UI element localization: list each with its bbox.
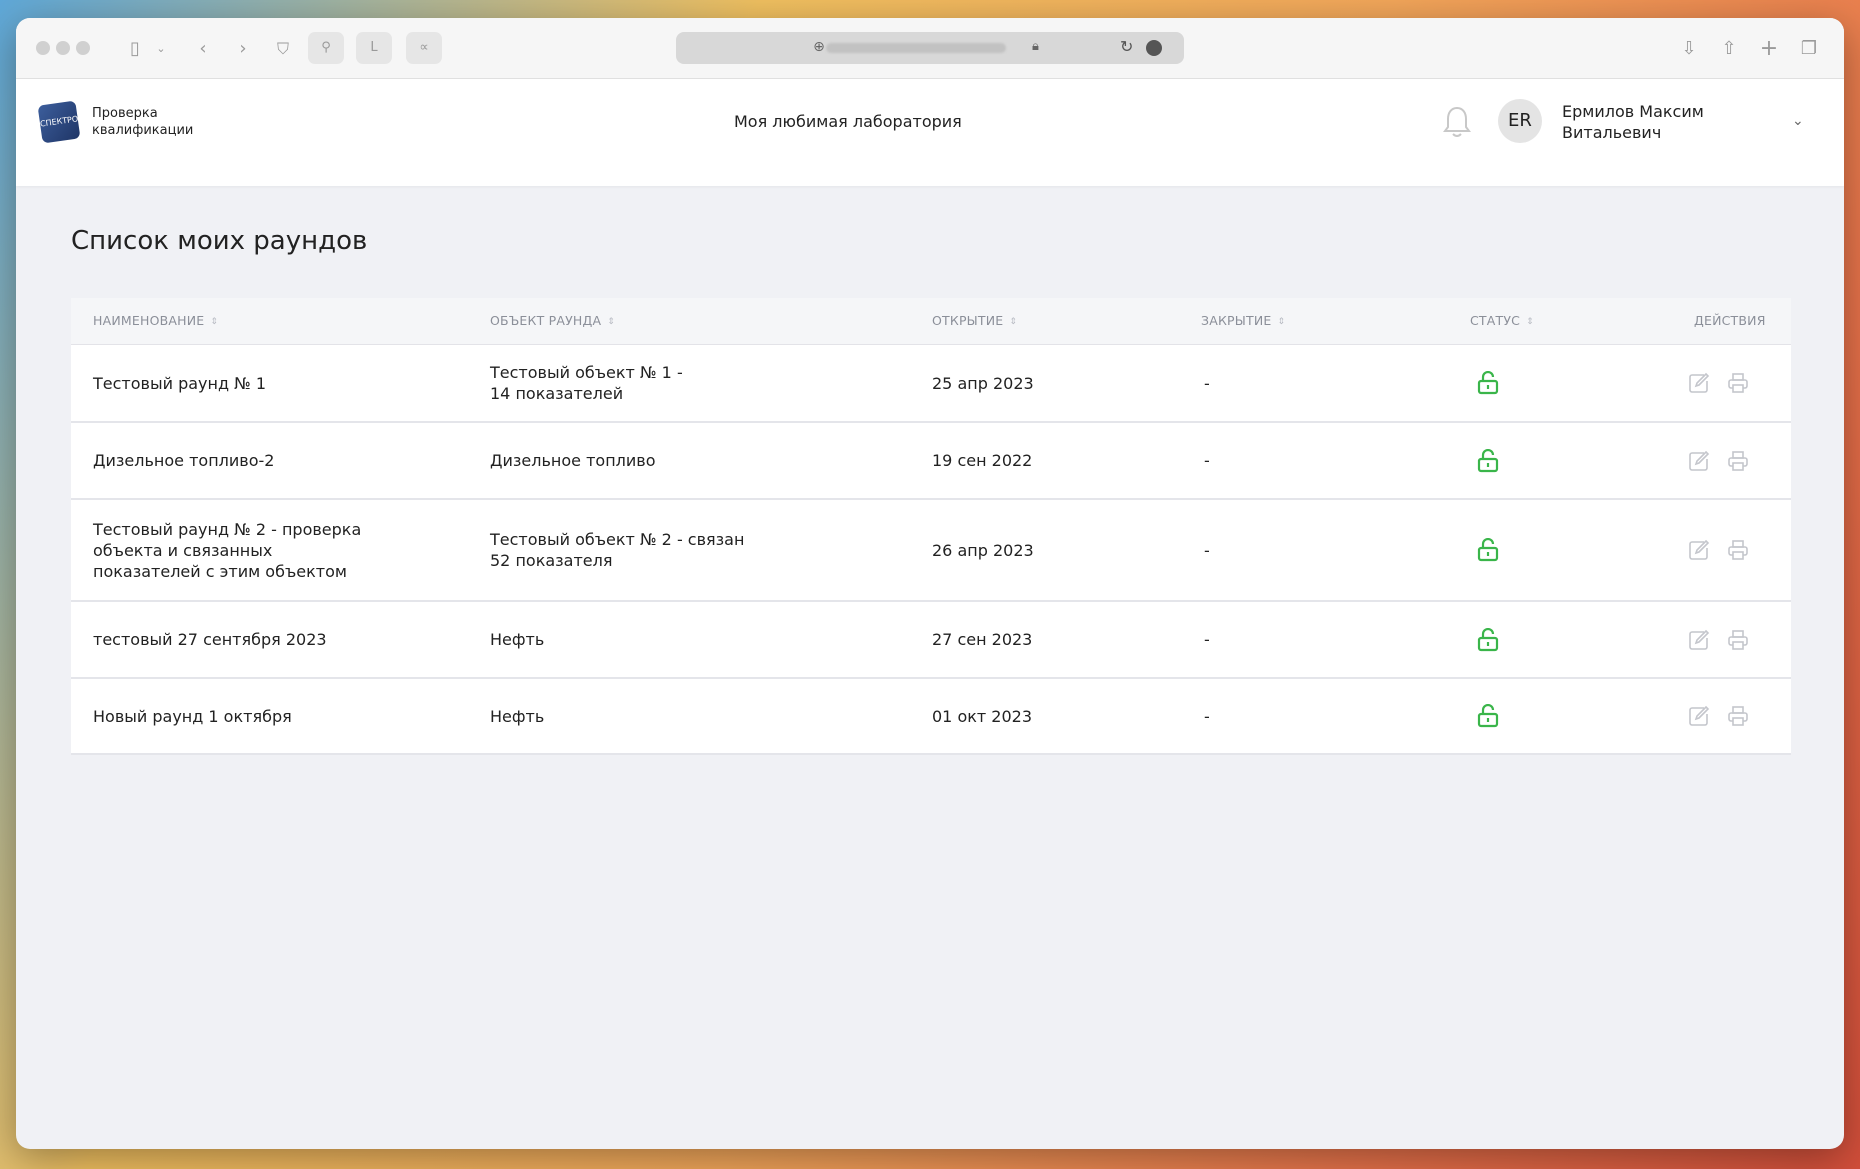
cell-opening: 25 апр 2023: [932, 374, 1034, 393]
cell-object: Нефть: [490, 707, 545, 726]
edit-icon[interactable]: [1688, 450, 1710, 472]
address-bar[interactable]: ⊕ 🔒︎ ↻: [676, 32, 1184, 64]
rounds-table: НАИМЕНОВАНИЕ ⇕ ОБЪЕКТ РАУНДА ⇕ ОТКРЫТИЕ ⇕ З…: [71, 298, 1791, 755]
back-icon[interactable]: ‹: [190, 36, 216, 62]
chevron-down-icon[interactable]: ⌄: [148, 36, 174, 62]
table-header: НАИМЕНОВАНИЕ ⇕ ОБЪЕКТ РАУНДА ⇕ ОТКРЫТИЕ ⇕ З…: [71, 298, 1791, 345]
cell-closing: -: [1204, 374, 1210, 393]
cell-name: тестовый 27 сентября 2023: [93, 630, 327, 649]
page-title: Список моих раундов: [71, 226, 368, 256]
table-row[interactable]: тестовый 27 сентября 2023 Нефть 27 сен 202…: [71, 602, 1791, 679]
unlocked-status-icon: [1477, 449, 1499, 473]
edit-icon[interactable]: [1688, 372, 1710, 394]
notification-bell-icon[interactable]: [1442, 105, 1472, 139]
header-actions: ДЕЙСТВИЯ: [1694, 313, 1766, 328]
shield-icon[interactable]: ⛉: [270, 36, 296, 62]
edit-icon[interactable]: [1688, 705, 1710, 727]
sort-icon: ⇕: [210, 317, 219, 327]
avatar[interactable]: ER: [1498, 99, 1542, 143]
header-status-label: СТАТУС: [1470, 313, 1521, 328]
browser-window: ▯ ⌄ ‹ › ⛉ ⚲ L ∝ ⊕ 🔒︎ ↻ ⇩ ⇧ + ❐ СПЕКТРО П…: [16, 18, 1844, 1149]
unlocked-status-icon: [1477, 538, 1499, 562]
zoom-window-button[interactable]: [76, 41, 90, 55]
lock-icon: 🔒︎: [1032, 39, 1039, 54]
sort-icon: ⇕: [1526, 317, 1534, 327]
user-menu-chevron-icon[interactable]: ⌄: [1792, 113, 1804, 129]
print-icon[interactable]: [1727, 705, 1749, 727]
unlocked-status-icon: [1477, 628, 1499, 652]
cell-opening: 27 сен 2023: [932, 630, 1033, 649]
lab-name: Моя любимая лаборатория: [734, 112, 962, 131]
table-row[interactable]: Новый раунд 1 октября Нефть 01 окт 2023 -: [71, 679, 1791, 755]
forward-icon[interactable]: ›: [230, 36, 256, 62]
share-icon[interactable]: ⇧: [1716, 36, 1742, 62]
download-icon[interactable]: ⇩: [1676, 36, 1702, 62]
app-logo[interactable]: СПЕКТРО: [37, 100, 81, 144]
header-name[interactable]: НАИМЕНОВАНИЕ ⇕: [93, 313, 218, 328]
user-name[interactable]: Ермилов Максим Витальевич: [1562, 101, 1742, 143]
table-body: Тестовый раунд № 1 Тестовый объект № 1 - …: [71, 345, 1791, 755]
cell-closing: -: [1204, 451, 1210, 470]
extension-icon[interactable]: ⚲: [308, 32, 344, 64]
edit-icon[interactable]: [1688, 629, 1710, 651]
cell-object: Тестовый объект № 1 - 14 показателей: [490, 363, 683, 403]
sort-icon: ⇕: [607, 317, 615, 327]
cell-object: Тестовый объект № 2 - связан 52 показате…: [490, 530, 745, 570]
cell-name: Тестовый раунд № 2 - проверка объекта и …: [93, 520, 362, 581]
minimize-window-button[interactable]: [56, 41, 70, 55]
app-header: СПЕКТРО Проверка квалификации Моя любима…: [16, 79, 1844, 186]
cell-opening: 01 окт 2023: [932, 707, 1033, 726]
sort-icon: ⇕: [1277, 317, 1286, 327]
cell-closing: -: [1204, 630, 1210, 649]
header-status[interactable]: СТАТУС ⇕: [1470, 313, 1534, 328]
address-text-blurred: [826, 43, 1006, 53]
header-object[interactable]: ОБЪЕКТ РАУНДА ⇕: [490, 313, 615, 328]
cell-name: Дизельное топливо-2: [93, 451, 275, 470]
print-icon[interactable]: [1727, 450, 1749, 472]
cell-object: Дизельное топливо: [490, 451, 656, 470]
more-icon[interactable]: [1146, 40, 1162, 56]
unlocked-status-icon: [1477, 704, 1499, 728]
cell-name: Тестовый раунд № 1: [93, 374, 267, 393]
header-closing-label: ЗАКРЫТИЕ: [1201, 313, 1272, 328]
print-icon[interactable]: [1727, 629, 1749, 651]
print-icon[interactable]: [1727, 539, 1749, 561]
print-icon[interactable]: [1727, 372, 1749, 394]
header-name-label: НАИМЕНОВАНИЕ: [93, 313, 205, 328]
table-row[interactable]: Тестовый раунд № 2 - проверка объекта и …: [71, 500, 1791, 602]
header-opening[interactable]: ОТКРЫТИЕ ⇕: [932, 313, 1017, 328]
sidebar-toggle-icon[interactable]: ▯: [122, 36, 148, 62]
cell-closing: -: [1204, 707, 1210, 726]
logo-label: СПЕКТРО: [39, 114, 79, 129]
cell-opening: 19 сен 2022: [932, 451, 1033, 470]
tabs-overview-icon[interactable]: ❐: [1796, 36, 1822, 62]
table-row[interactable]: Дизельное топливо-2 Дизельное топливо 19 с…: [71, 423, 1791, 500]
table-row[interactable]: Тестовый раунд № 1 Тестовый объект № 1 - …: [71, 345, 1791, 423]
app-logo-text[interactable]: Проверка квалификации: [92, 105, 212, 139]
edit-icon[interactable]: [1688, 539, 1710, 561]
reload-icon[interactable]: ↻: [1120, 37, 1133, 57]
unlocked-status-icon: [1477, 371, 1499, 395]
sort-icon: ⇕: [1009, 317, 1018, 327]
header-closing[interactable]: ЗАКРЫТИЕ ⇕: [1201, 313, 1285, 328]
header-object-label: ОБЪЕКТ РАУНДА: [490, 313, 602, 328]
header-opening-label: ОТКРЫТИЕ: [932, 313, 1004, 328]
close-window-button[interactable]: [36, 41, 50, 55]
new-tab-icon[interactable]: +: [1756, 36, 1782, 62]
browser-toolbar: ▯ ⌄ ‹ › ⛉ ⚲ L ∝ ⊕ 🔒︎ ↻ ⇩ ⇧ + ❐: [16, 18, 1844, 79]
extension-l-icon[interactable]: L: [356, 32, 392, 64]
extension-share-icon[interactable]: ∝: [406, 32, 442, 64]
cell-opening: 26 апр 2023: [932, 541, 1034, 560]
cell-object: Нефть: [490, 630, 545, 649]
cell-name: Новый раунд 1 октября: [93, 707, 292, 726]
cell-closing: -: [1204, 541, 1210, 560]
